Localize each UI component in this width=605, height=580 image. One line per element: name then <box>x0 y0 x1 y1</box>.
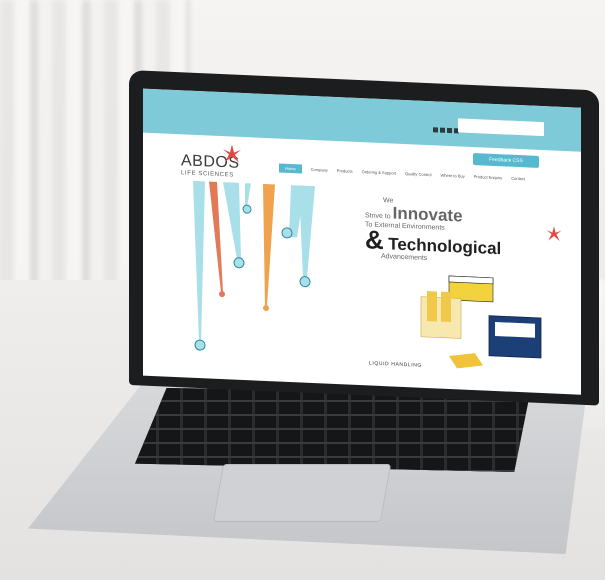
laptop-screen: ABDOS LIFE SCIENCES Feedback CSS Home Co… <box>143 88 581 395</box>
star-logo-icon <box>546 226 562 242</box>
nav-company[interactable]: Company <box>311 165 328 175</box>
nav-products[interactable]: Products <box>337 166 353 176</box>
search-input[interactable] <box>458 118 544 137</box>
hero-text: We Strive to Innovate To External Enviro… <box>365 196 501 266</box>
site-nav: Home Company Products Ordering & Support… <box>279 163 525 184</box>
brand-sub: LIFE SCIENCES <box>181 170 234 179</box>
site-topbar <box>143 88 581 152</box>
social-icon[interactable] <box>447 127 452 134</box>
nav-where-to-buy[interactable]: Where to Buy <box>441 171 465 181</box>
nav-product-enquiry[interactable]: Product Enquiry <box>474 172 502 182</box>
nav-home[interactable]: Home <box>279 163 302 174</box>
feedback-button[interactable]: Feedback CSS <box>473 153 539 168</box>
tip-boxes-image <box>420 275 542 369</box>
logo-mark-icon <box>223 144 241 163</box>
nav-quality[interactable]: Quality Control <box>405 169 431 179</box>
nav-ordering[interactable]: Ordering & Support <box>362 167 396 178</box>
nav-contact[interactable]: Contact <box>511 174 525 184</box>
social-icon[interactable] <box>440 127 445 133</box>
pipette-tips-image <box>193 180 315 351</box>
hero-caption: LIQUID HANDLING <box>369 360 422 369</box>
laptop-lid: ABDOS LIFE SCIENCES Feedback CSS Home Co… <box>129 70 599 406</box>
keyboard <box>135 388 530 472</box>
trackpad <box>212 464 392 522</box>
social-icon[interactable] <box>433 127 438 133</box>
hero-ampersand: & <box>365 223 384 255</box>
